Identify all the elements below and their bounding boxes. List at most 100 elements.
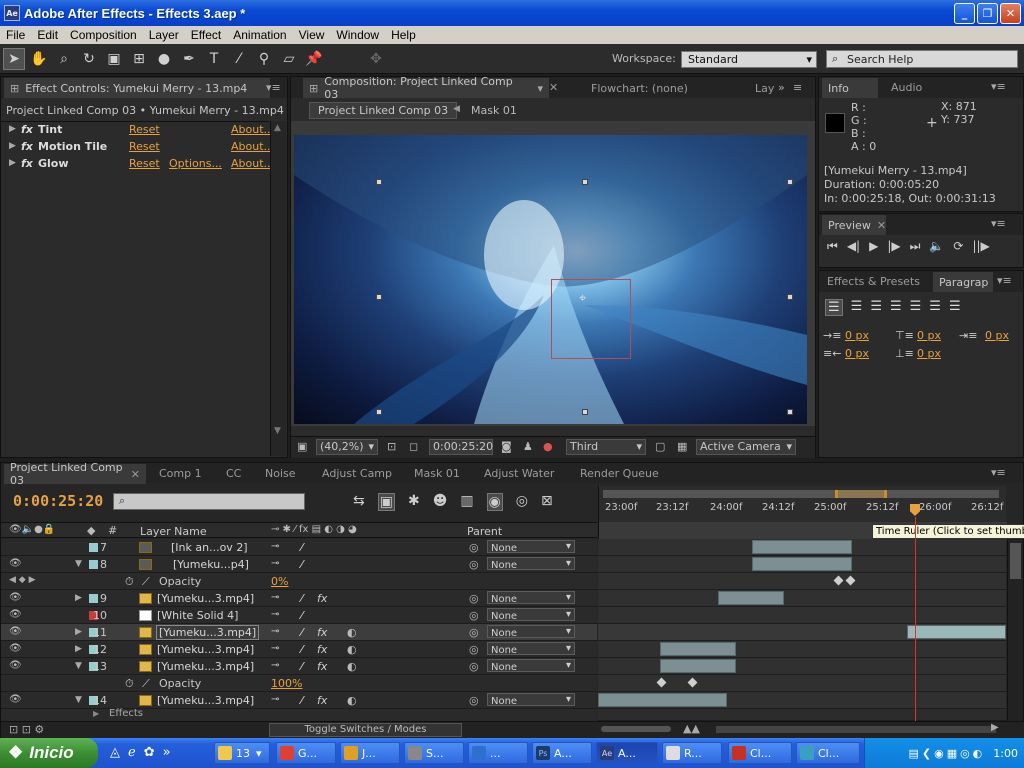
scroll-thumb[interactable] [1010, 543, 1021, 579]
tab-adjust-camp[interactable]: Adjust Camp [322, 467, 392, 480]
tab-render-queue[interactable]: Render Queue [580, 467, 659, 480]
layer-duration-bar[interactable] [752, 557, 852, 571]
pen-tool-icon[interactable]: ✒ [178, 48, 200, 70]
tab-audio[interactable]: Audio [891, 81, 922, 94]
parent-select[interactable]: None ▾ [487, 659, 575, 673]
frame-blending-icon[interactable]: ▥ [460, 493, 473, 511]
justify-last-center-icon[interactable]: ☰ [910, 299, 922, 316]
effect-row-tint[interactable]: ▶ fx Tint Reset About... [1, 123, 274, 140]
layer-name[interactable]: [Yumeku...3.mp4] [157, 694, 254, 707]
parent-select[interactable]: None ▾ [487, 540, 575, 554]
layer-name[interactable]: [Yumeku...p4] [173, 558, 249, 571]
puppet-pin-tool-icon[interactable]: 📌 [303, 48, 325, 70]
shy-switch-icon[interactable]: ⊸ [271, 541, 279, 552]
expand-triangle-icon[interactable]: ▶ [9, 141, 16, 151]
layer-duration-bar[interactable] [660, 642, 736, 656]
taskbar-group-folders[interactable]: 13 ▾ [214, 742, 270, 764]
work-area-range[interactable] [835, 490, 887, 498]
shy-switch-icon[interactable]: ⊸ [271, 558, 279, 569]
shy-switch-icon[interactable]: ⊸ [271, 609, 279, 620]
collapse-triangle-icon[interactable]: ▼ [75, 559, 82, 569]
magnification-select[interactable]: (40,2%) ▾ [316, 439, 378, 455]
quality-switch-icon[interactable]: ⁄ [301, 660, 303, 673]
composition-viewer[interactable]: ⌖ [294, 135, 807, 424]
draft-3d-icon[interactable]: ✱ [408, 493, 420, 511]
eye-icon[interactable]: 👁 [9, 626, 22, 637]
indent-right-value[interactable]: 0 px [845, 347, 869, 360]
menu-effect[interactable]: Effect [185, 28, 227, 42]
layer-handle[interactable] [582, 409, 588, 415]
parent-select[interactable]: None ▾ [487, 642, 575, 656]
parent-select[interactable]: None ▾ [487, 557, 575, 571]
column-layer-name[interactable]: Layer Name [140, 525, 207, 538]
tray-icons[interactable]: ▤❮◉▦◎◐ [908, 747, 985, 760]
camera-select[interactable]: Active Camera ▾ [696, 439, 796, 455]
shy-layers-icon[interactable]: ☻ [433, 493, 448, 511]
pick-whip-icon[interactable]: ◎ [469, 694, 479, 707]
expand-triangle-icon[interactable]: ▶ [75, 593, 82, 603]
layer-duration-bar[interactable] [660, 659, 736, 673]
workspace-select[interactable]: Standard ▾ [681, 51, 817, 68]
quality-switch-icon[interactable]: ⁄ [301, 592, 303, 605]
stopwatch-icon[interactable]: ⏱ [125, 677, 134, 691]
opacity-value[interactable]: 100% [271, 677, 302, 690]
expand-layer-switches-icon[interactable]: ⊡ ⊡ ⚙ [9, 723, 44, 736]
effects-group-row[interactable]: ▶ Effects [1, 708, 597, 721]
expand-triangle-icon[interactable]: ▶ [93, 709, 99, 718]
quality-switch-icon[interactable]: ⁄ [301, 541, 303, 554]
quality-switch-icon[interactable]: ⁄ [301, 643, 303, 656]
keyframe-icon[interactable] [845, 575, 856, 586]
shy-switch-icon[interactable]: ⊸ [271, 660, 279, 671]
work-area-bar[interactable] [603, 490, 999, 498]
about-link[interactable]: About... [231, 140, 274, 153]
layer-search-input[interactable]: ⌕ [113, 493, 305, 510]
eye-icon[interactable]: 👁 [9, 660, 22, 671]
fx-switch-icon[interactable]: fx [317, 626, 327, 639]
shy-switch-icon[interactable]: ⊸ [271, 694, 279, 705]
fx-icon[interactable]: fx [21, 140, 33, 153]
layer-row-11[interactable]: 👁 ▶ 11 [Yumeku...3.mp4] ⊸ ⁄ fx ◐ ◎ None ▾ [1, 624, 597, 641]
quicklaunch-ie-icon[interactable]: ℯ [128, 745, 136, 760]
menu-composition[interactable]: Composition [64, 28, 143, 42]
camera-tool-icon[interactable]: ▣ [103, 48, 125, 70]
quality-switch-icon[interactable]: ⁄ [301, 694, 303, 707]
eye-icon[interactable]: 👁 [9, 592, 22, 603]
panel-menu-icon[interactable]: ▾≡ [991, 217, 1006, 230]
eye-icon[interactable]: 👁 [9, 558, 22, 569]
about-link[interactable]: About... [231, 123, 274, 136]
quicklaunch-more-icon[interactable]: » [163, 745, 171, 760]
motion-blur-icon[interactable]: ◉ [486, 493, 503, 511]
parent-select[interactable]: None ▾ [487, 693, 575, 707]
layer-handle[interactable] [787, 179, 793, 185]
layer-duration-bar[interactable] [907, 625, 1006, 639]
justify-last-right-icon[interactable]: ☰ [929, 299, 941, 316]
scroll-right-arrow-icon[interactable]: ▶ [991, 722, 999, 733]
previous-frame-icon[interactable]: ◀| [847, 239, 860, 254]
close-icon[interactable]: ✕ [549, 81, 558, 94]
panel-menu-icon[interactable]: ▾≡ [997, 274, 1012, 287]
pick-whip-icon[interactable]: ◎ [469, 609, 479, 622]
close-icon[interactable]: ✕ [131, 468, 140, 481]
eye-icon[interactable]: 👁 [9, 694, 22, 705]
brush-tool-icon[interactable]: ⁄ [228, 48, 250, 70]
pick-whip-icon[interactable]: ◎ [469, 541, 479, 554]
first-frame-icon[interactable]: ⏮ [827, 239, 838, 254]
pick-whip-icon[interactable]: ◎ [469, 643, 479, 656]
quality-switch-icon[interactable]: ⁄ [301, 609, 303, 622]
ram-preview-icon[interactable]: ||▶ [972, 239, 989, 254]
current-time-indicator[interactable] [910, 504, 920, 516]
layer-name[interactable]: [Yumeku...3.mp4] [157, 643, 254, 656]
tab-effects-presets[interactable]: Effects & Presets [827, 275, 920, 288]
keyframe-icon[interactable] [656, 677, 667, 688]
fx-icon[interactable]: fx [21, 123, 33, 136]
taskbar-item-j[interactable]: J... [340, 742, 400, 764]
eraser-tool-icon[interactable]: ▱ [278, 48, 300, 70]
opacity-property-row[interactable]: ⏱ ⟋ Opacity 100% [1, 675, 597, 692]
layer-handle[interactable] [376, 294, 382, 300]
motion-blur-switch-icon[interactable]: ◐ [347, 643, 357, 656]
stopwatch-icon[interactable]: ⏱ [125, 575, 134, 589]
pick-whip-icon[interactable]: ◎ [469, 660, 479, 673]
snapshot-icon[interactable]: ◙ [501, 440, 512, 453]
tab-adjust-water[interactable]: Adjust Water [484, 467, 554, 480]
live-update-icon[interactable]: ▣ [377, 493, 395, 511]
